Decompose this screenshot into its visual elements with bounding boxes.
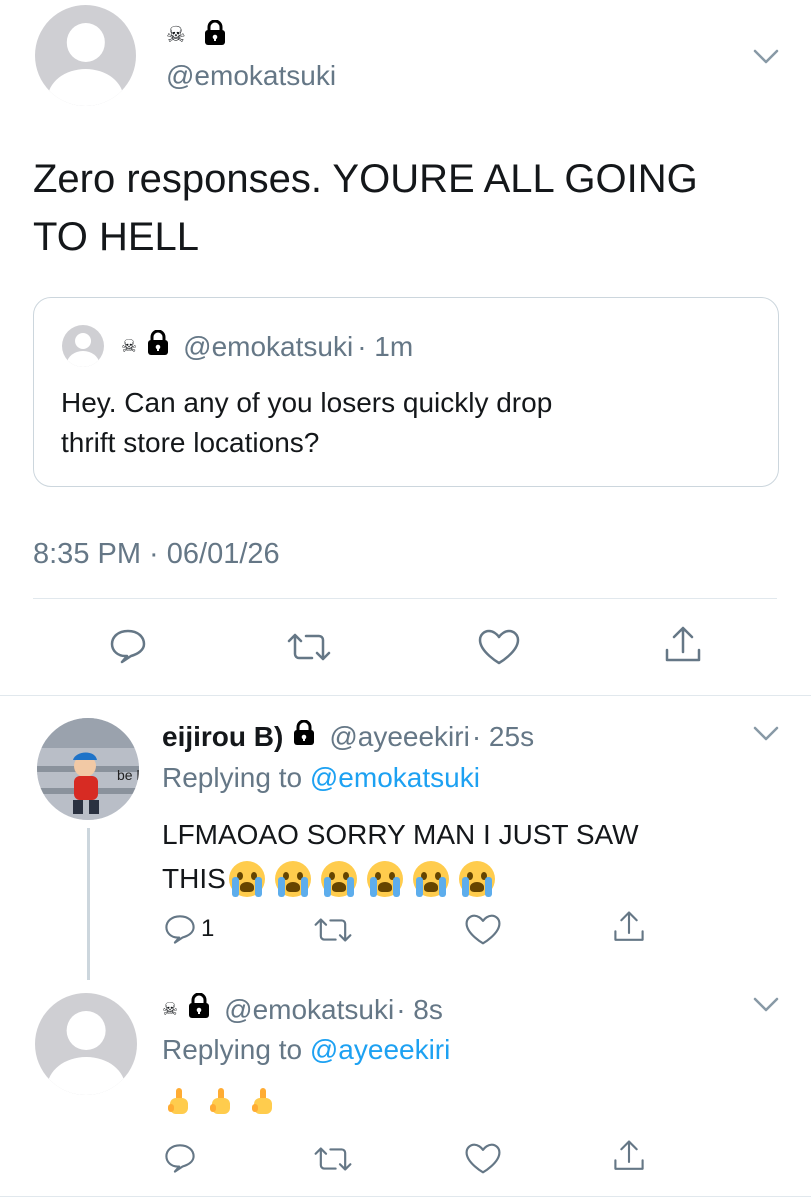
share-icon[interactable] xyxy=(612,1138,646,1174)
lock-icon xyxy=(147,329,169,363)
avatar[interactable]: be kn xyxy=(37,718,139,820)
reply-handle[interactable]: @ayeeekiri xyxy=(329,721,469,753)
tweet-timestamp: 8:35 PM · 06/01/26 xyxy=(33,538,280,570)
divider xyxy=(0,1196,811,1197)
reply-icon[interactable] xyxy=(163,1142,197,1174)
avatar[interactable] xyxy=(35,993,137,1095)
tweet-text-line: TO HELL xyxy=(33,215,199,259)
replying-to-label: Replying to xyxy=(162,762,303,793)
middle-finger-emoji xyxy=(252,1088,274,1118)
display-name[interactable]: eijirou B) xyxy=(162,721,283,753)
replying-to-label: Replying to xyxy=(162,1034,303,1065)
chevron-down-icon[interactable] xyxy=(752,996,780,1014)
replying-to-link[interactable]: @ayeeekiri xyxy=(310,1034,450,1065)
retweet-icon[interactable] xyxy=(313,915,353,945)
replying-to: Replying to @ayeeekiri xyxy=(162,1034,450,1066)
crying-face-emoji xyxy=(458,861,495,897)
avatar-image: be kn xyxy=(37,718,139,820)
skull-emoji: ☠ xyxy=(121,336,138,357)
reply-button[interactable]: 1 xyxy=(163,913,214,945)
author-handle[interactable]: @emokatsuki xyxy=(166,60,336,92)
quoted-text-line: thrift store locations? xyxy=(61,427,320,458)
like-icon[interactable] xyxy=(464,913,502,946)
reply-text-line2: THIS xyxy=(162,857,639,901)
reply-icon[interactable] xyxy=(163,913,197,945)
retweet-icon[interactable] xyxy=(313,1144,353,1174)
tweet-text-line: Zero responses. YOURE ALL GOING xyxy=(33,157,698,201)
svg-text:be kn: be kn xyxy=(117,767,139,783)
reply-time: · 8s xyxy=(396,993,443,1025)
middle-finger-emoji xyxy=(210,1088,232,1118)
crying-face-emoji xyxy=(366,861,403,897)
lock-icon xyxy=(293,719,315,753)
author-name-row: ☠ xyxy=(166,19,226,51)
crying-face-emoji xyxy=(274,861,311,897)
reply-header: eijirou B) @ayeeekiri · 25s xyxy=(162,719,535,753)
reply-handle[interactable]: @emokatsuki xyxy=(224,994,394,1026)
quoted-handle: @emokatsuki xyxy=(183,330,354,362)
lock-icon xyxy=(204,19,226,51)
divider xyxy=(33,598,777,599)
middle-finger-emoji xyxy=(168,1088,190,1118)
replying-to: Replying to @emokatsuki xyxy=(162,762,480,794)
quoted-text-line: Hey. Can any of you losers quickly drop xyxy=(61,387,553,418)
crying-face-emoji xyxy=(412,861,449,897)
crying-face-emoji xyxy=(320,861,357,897)
tweet-text: Zero responses. YOURE ALL GOING TO HELL xyxy=(33,150,698,266)
share-icon[interactable] xyxy=(612,909,646,945)
skull-emoji: ☠ xyxy=(166,23,186,48)
reply-time: · 25s xyxy=(471,720,535,752)
reply-text-fragment: THIS xyxy=(162,863,226,894)
retweet-icon[interactable] xyxy=(286,630,332,664)
reply-text: LFMAOAO SORRY MAN I JUST SAW THIS xyxy=(162,813,639,901)
replying-to-link[interactable]: @emokatsuki xyxy=(310,762,480,793)
thread-line xyxy=(87,828,90,980)
lock-icon xyxy=(188,992,210,1026)
quoted-text: Hey. Can any of you losers quickly drop … xyxy=(61,383,552,463)
avatar[interactable] xyxy=(35,5,136,106)
reply-count: 1 xyxy=(201,915,215,942)
reply-text-line: LFMAOAO SORRY MAN I JUST SAW xyxy=(162,819,639,850)
chevron-down-icon[interactable] xyxy=(752,725,780,743)
chevron-down-icon[interactable] xyxy=(752,48,780,66)
like-icon[interactable] xyxy=(464,1142,502,1175)
quoted-header: ☠ @emokatsuki · 1m xyxy=(121,329,414,363)
quoted-avatar xyxy=(62,325,104,367)
skull-emoji: ☠ xyxy=(162,999,179,1020)
reply-header: ☠ @emokatsuki · 8s xyxy=(162,992,443,1026)
quoted-time: · 1m xyxy=(357,330,414,362)
like-icon[interactable] xyxy=(477,628,521,666)
crying-face-emoji xyxy=(228,861,265,897)
divider xyxy=(0,695,811,696)
reply-emoji-row xyxy=(168,1088,294,1118)
reply-icon[interactable] xyxy=(108,628,148,664)
share-icon[interactable] xyxy=(663,624,703,666)
